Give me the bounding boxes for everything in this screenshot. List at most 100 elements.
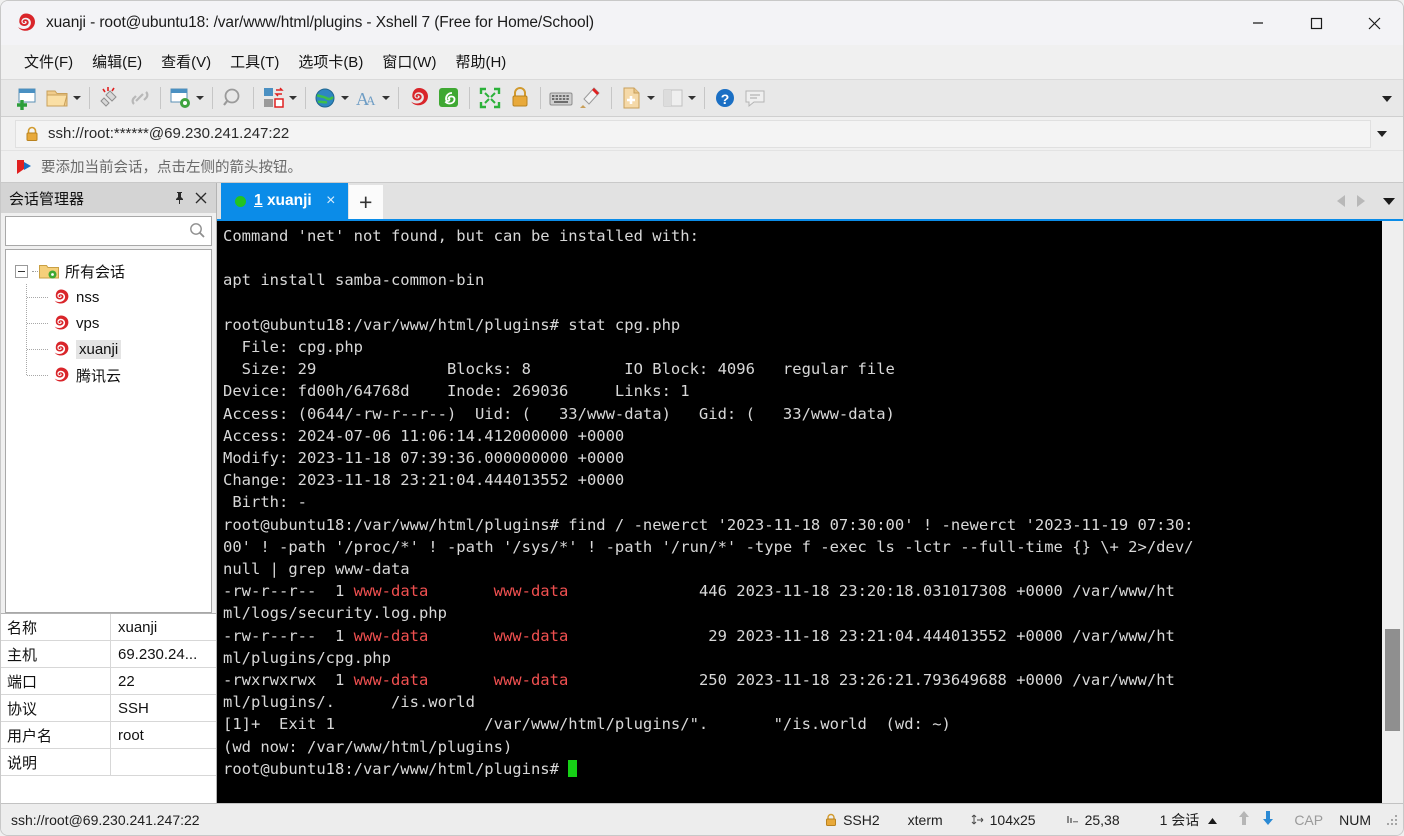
new-tab-button[interactable]: + <box>348 185 383 219</box>
menu-tools[interactable]: 工具(T) <box>221 48 288 75</box>
toolbar-session-properties-button[interactable] <box>166 83 207 113</box>
open-folder-icon <box>45 85 71 111</box>
chevron-down-icon[interactable] <box>287 85 298 111</box>
close-icon[interactable] <box>190 186 212 210</box>
body: 会话管理器 所有会话 nss vps xuanji 腾讯云 名称 xuanji … <box>1 183 1403 803</box>
session-properties-icon <box>168 85 194 111</box>
tab-xuanji[interactable]: 1 xuanji × <box>221 183 348 219</box>
pin-icon[interactable] <box>168 186 190 210</box>
toolbar-fullscreen-button[interactable] <box>475 83 505 113</box>
toolbar-chat-button[interactable] <box>740 83 770 113</box>
chevron-down-icon[interactable] <box>339 85 350 111</box>
property-row: 说明 <box>1 749 216 776</box>
toolbar-link-button[interactable] <box>125 83 155 113</box>
globe-icon <box>313 85 339 111</box>
session-item-xuanji[interactable]: xuanji <box>6 336 211 362</box>
download-arrow-icon <box>1262 810 1274 829</box>
property-row: 协议 SSH <box>1 695 216 722</box>
status-security: SSH2 <box>819 812 886 828</box>
tab-list-icon[interactable] <box>1379 184 1399 218</box>
toolbar-transfer-button[interactable] <box>259 83 300 113</box>
session-properties-table: 名称 xuanji 主机 69.230.24... 端口 22 协议 SSH 用… <box>1 613 216 803</box>
upload-arrow-icon <box>1238 810 1250 829</box>
close-button[interactable] <box>1345 1 1403 45</box>
tab-navigation <box>1331 183 1399 219</box>
menu-help[interactable]: 帮助(H) <box>446 48 515 75</box>
toolbar-highlight-button[interactable] <box>576 83 606 113</box>
close-icon[interactable]: × <box>320 189 342 213</box>
search-icon <box>220 85 246 111</box>
chevron-down-icon[interactable] <box>380 85 391 111</box>
terminal-output: Command 'net' not found, but can be inst… <box>223 227 1194 778</box>
window-title: xuanji - root@ubuntu18: /var/www/html/pl… <box>46 14 594 31</box>
menu-window[interactable]: 窗口(W) <box>373 48 445 75</box>
terminal-wrapper: Command 'net' not found, but can be inst… <box>217 219 1403 803</box>
prev-tab-icon[interactable] <box>1331 184 1351 218</box>
maximize-button[interactable] <box>1287 1 1345 45</box>
terminal-scrollbar[interactable] <box>1381 221 1403 803</box>
chevron-down-icon[interactable] <box>71 85 82 111</box>
toolbar-keyboard-button[interactable] <box>546 83 576 113</box>
toolbar-new-session-button[interactable] <box>13 83 43 113</box>
session-item-vps[interactable]: vps <box>6 310 211 336</box>
scrollbar-thumb[interactable] <box>1385 629 1400 731</box>
status-bar: ssh://root@69.230.241.247:22 SSH2 xterm … <box>1 803 1403 835</box>
property-row: 主机 69.230.24... <box>1 641 216 668</box>
status-num-lock: NUM <box>1339 811 1371 828</box>
toolbar-font-button[interactable]: A A <box>352 83 393 113</box>
toolbar-xshell-button[interactable] <box>404 83 434 113</box>
address-dropdown-icon[interactable] <box>1371 119 1393 149</box>
toolbar-layout-button[interactable] <box>658 83 699 113</box>
chevron-down-icon[interactable] <box>194 85 205 111</box>
toolbar-xftp-button[interactable] <box>434 83 464 113</box>
session-item-tencent-cloud[interactable]: 腾讯云 <box>6 362 211 388</box>
chat-icon <box>742 85 768 111</box>
search-icon[interactable] <box>187 221 207 241</box>
toolbar-globe-button[interactable] <box>311 83 352 113</box>
menu-view[interactable]: 查看(V) <box>152 48 220 75</box>
address-bar: ssh://root:******@69.230.241.247:22 <box>1 117 1403 151</box>
status-cursor-label: 25,38 <box>1084 811 1120 828</box>
minimize-button[interactable] <box>1229 1 1287 45</box>
menu-edit[interactable]: 编辑(E) <box>83 48 151 75</box>
xshell-window: xuanji - root@ubuntu18: /var/www/html/pl… <box>0 0 1404 836</box>
toolbar-find-button[interactable] <box>218 83 248 113</box>
toolbar-overflow-icon[interactable] <box>1379 80 1395 118</box>
status-download <box>1256 810 1288 829</box>
toolbar-help-button[interactable]: ? <box>710 83 740 113</box>
tree-connector <box>27 322 49 324</box>
property-row: 名称 xuanji <box>1 614 216 641</box>
add-note-icon <box>619 85 645 111</box>
caret-up-icon[interactable] <box>1207 812 1218 828</box>
toolbar-disconnect-button[interactable] <box>95 83 125 113</box>
toolbar-separator <box>704 87 705 109</box>
terminal-screen[interactable]: Command 'net' not found, but can be inst… <box>217 221 1381 803</box>
next-tab-icon[interactable] <box>1351 184 1371 218</box>
chevron-down-icon[interactable] <box>686 85 697 111</box>
tree-connector <box>32 270 38 272</box>
tree-connector <box>26 362 27 375</box>
property-key: 协议 <box>1 695 111 721</box>
session-search-box[interactable] <box>5 216 212 246</box>
tree-connector <box>26 284 27 310</box>
session-label: xuanji <box>76 339 122 359</box>
toolbar-separator <box>611 87 612 109</box>
chevron-down-icon[interactable] <box>645 85 656 111</box>
tab-number: 1 <box>254 192 263 209</box>
toolbar-add-note-button[interactable] <box>617 83 658 113</box>
help-icon: ? <box>712 85 738 111</box>
address-input[interactable]: ssh://root:******@69.230.241.247:22 <box>15 119 1371 148</box>
toolbar-open-button[interactable] <box>43 83 84 113</box>
property-value: SSH <box>118 699 149 717</box>
expander-icon[interactable] <box>15 264 28 278</box>
main-area: 1 xuanji × + Command 'net' not found, bu… <box>217 183 1403 803</box>
session-item-nss[interactable]: nss <box>6 284 211 310</box>
resize-grip[interactable] <box>1385 813 1399 827</box>
xshell-session-icon <box>51 314 71 333</box>
tree-root-all-sessions[interactable]: 所有会话 <box>6 258 211 284</box>
search-input[interactable] <box>12 222 187 240</box>
menu-file[interactable]: 文件(F) <box>15 48 82 75</box>
toolbar-lock-button[interactable] <box>505 83 535 113</box>
status-sessions[interactable]: 1 会话 <box>1154 810 1233 830</box>
menu-tabs[interactable]: 选项卡(B) <box>289 48 372 75</box>
